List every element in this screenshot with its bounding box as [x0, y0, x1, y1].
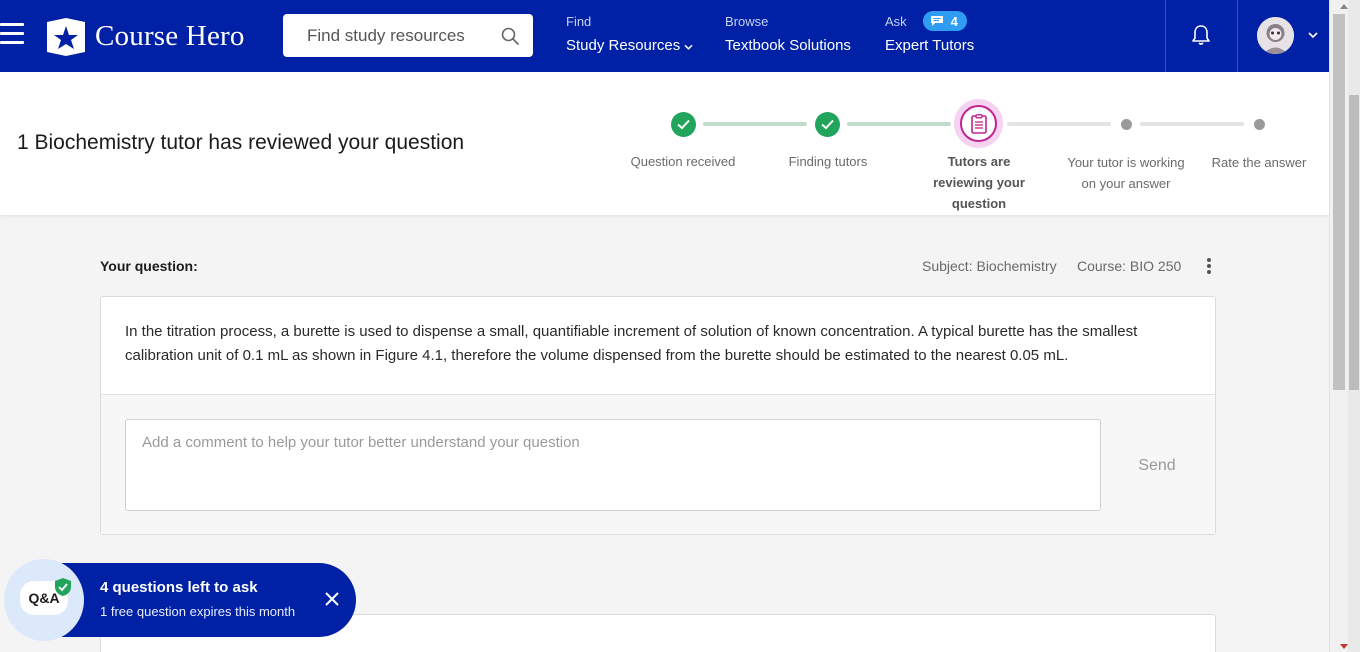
- status-header: 1 Biochemistry tutor has reviewed your q…: [0, 72, 1329, 216]
- bell-icon[interactable]: [1189, 23, 1213, 47]
- qa-title: 4 questions left to ask: [100, 579, 258, 596]
- chevron-down-icon[interactable]: [1307, 30, 1319, 40]
- nav-study-resources-label: Study Resources: [566, 37, 681, 54]
- search-icon[interactable]: [501, 27, 519, 45]
- step-label-line: question: [951, 196, 1007, 211]
- more-options-icon[interactable]: [1205, 258, 1213, 274]
- nav-ask-label: Ask: [885, 13, 907, 29]
- question-text: In the titration process, a burette is u…: [125, 323, 1138, 364]
- course-label: Course: BIO 250: [1077, 258, 1182, 274]
- qa-bubble: Q&A: [4, 559, 84, 641]
- course-hero-shield-icon: [47, 18, 85, 56]
- comment-area: Send: [101, 394, 1215, 534]
- step-label-tutor-working: Your tutor is working on your answer: [1050, 152, 1202, 194]
- step-connector: [847, 122, 951, 126]
- step-label-rate-answer: Rate the answer: [1211, 155, 1307, 170]
- questions-badge: 4: [922, 11, 967, 31]
- search-box: [283, 14, 533, 57]
- nav-browse-label: Browse: [725, 13, 769, 29]
- comment-input[interactable]: [125, 419, 1101, 511]
- logo-text: Course Hero: [95, 19, 245, 52]
- step-pending-dot: [1121, 119, 1132, 130]
- nav-find-label: Find: [566, 13, 592, 29]
- scrollbar-track[interactable]: [1348, 0, 1360, 652]
- step-label-question-received: Question received: [630, 154, 736, 169]
- page-title: 1 Biochemistry tutor has reviewed your q…: [17, 131, 465, 154]
- avatar[interactable]: [1257, 17, 1294, 54]
- question-card: In the titration process, a burette is u…: [100, 296, 1216, 535]
- scroll-down-arrow-icon[interactable]: [1339, 643, 1349, 651]
- step-label-finding-tutors: Finding tutors: [788, 154, 868, 169]
- nav-divider: [1237, 0, 1238, 72]
- step-connector: [1140, 122, 1244, 126]
- scrollbar[interactable]: [1329, 0, 1360, 652]
- step-label-line: on your answer: [1081, 176, 1171, 191]
- close-icon[interactable]: [324, 591, 340, 607]
- clipboard-icon: [971, 114, 987, 134]
- nav-expert-tutors-label: Expert Tutors: [885, 37, 975, 54]
- chevron-down-icon: [684, 44, 693, 50]
- questions-badge-count: 4: [950, 13, 958, 29]
- scrollbar-thumb[interactable]: [1333, 14, 1345, 390]
- step-complete-icon: [671, 112, 696, 137]
- step-label-line: Your tutor is working: [1067, 155, 1185, 170]
- step-pending-dot: [1254, 119, 1265, 130]
- nav-find-study-resources[interactable]: Find Study Resources: [566, 13, 693, 54]
- step-complete-icon: [815, 112, 840, 137]
- nav-textbook-solutions-label: Textbook Solutions: [725, 37, 851, 54]
- step-connector: [703, 122, 807, 126]
- nav-textbook-solutions[interactable]: Browse Textbook Solutions: [725, 13, 851, 55]
- step-current-indicator: [954, 99, 1003, 148]
- search-input[interactable]: [283, 14, 483, 57]
- logo[interactable]: Course Hero: [45, 16, 245, 56]
- step-label-line: Tutors are: [947, 154, 1011, 169]
- menu-icon[interactable]: [0, 23, 24, 45]
- your-question-heading: Your question:: [100, 258, 198, 274]
- top-nav: Course Hero Find Study Resources Browse …: [0, 0, 1329, 72]
- chat-bubble-icon: [930, 16, 943, 26]
- scrollbar-thumb[interactable]: [1349, 95, 1359, 390]
- shield-check-icon: [55, 578, 71, 596]
- step-label-line: reviewing your: [933, 175, 1025, 190]
- nav-expert-tutors[interactable]: Ask 4 Expert Tutors: [885, 11, 975, 54]
- nav-divider: [1165, 0, 1166, 72]
- avatar-image-icon: [1257, 17, 1294, 54]
- step-label-tutors-reviewing: Tutors are reviewing your question: [909, 151, 1049, 214]
- step-connector: [1007, 122, 1111, 126]
- subject-label: Subject: Biochemistry: [922, 258, 1057, 274]
- qa-subtitle: 1 free question expires this month: [100, 604, 296, 619]
- questions-left-toast: Q&A 4 questions left to ask 1 free quest…: [4, 559, 356, 641]
- send-button[interactable]: Send: [1117, 451, 1197, 481]
